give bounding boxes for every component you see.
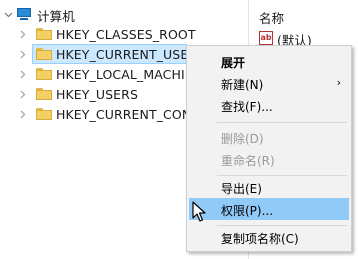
tree-item-label: HKEY_CLASSES_ROOT bbox=[56, 27, 196, 42]
menu-item-label: 新建(N) bbox=[221, 78, 264, 92]
string-value-icon: ab bbox=[259, 31, 273, 45]
tree-item-label: 计算机 bbox=[37, 9, 75, 24]
chevron-right-icon: › bbox=[336, 76, 341, 89]
menu-item-export[interactable]: 导出(E) bbox=[189, 176, 349, 198]
tree-item-hkey-classes-root[interactable]: HKEY_CLASSES_ROOT bbox=[0, 24, 248, 44]
folder-icon bbox=[36, 28, 52, 40]
menu-item-label: 权限(P)... bbox=[221, 204, 274, 218]
computer-icon bbox=[16, 8, 34, 21]
menu-item-permissions[interactable]: 权限(P)... bbox=[189, 198, 349, 220]
column-header-name[interactable]: 名称 bbox=[259, 8, 284, 27]
menu-item-label: 导出(E) bbox=[221, 182, 262, 196]
menu-item-label: 删除(D) bbox=[221, 132, 264, 146]
chevron-right-icon[interactable] bbox=[18, 24, 28, 44]
tree-item-label: HKEY_USERS bbox=[56, 87, 138, 102]
tree-item-computer[interactable]: 计算机 bbox=[0, 4, 240, 24]
menu-item-find[interactable]: 查找(F)... bbox=[189, 94, 349, 116]
chevron-right-icon[interactable] bbox=[18, 84, 28, 104]
menu-item-rename[interactable]: 重命名(R) bbox=[189, 148, 349, 170]
menu-item-delete[interactable]: 删除(D) bbox=[189, 126, 349, 148]
tree-item-label: HKEY_CURRENT_USER bbox=[56, 47, 198, 62]
chevron-right-icon[interactable] bbox=[18, 104, 28, 124]
menu-item-label: 重命名(R) bbox=[221, 154, 275, 168]
menu-item-label: 查找(F)... bbox=[221, 100, 273, 114]
tree-item-label: HKEY_LOCAL_MACHINE bbox=[56, 67, 203, 82]
folder-icon bbox=[36, 88, 52, 100]
menu-item-copy-key-name[interactable]: 复制项名称(C) bbox=[189, 226, 349, 248]
menu-separator bbox=[217, 122, 347, 123]
mouse-pointer-icon bbox=[192, 201, 206, 222]
menu-item-label: 展开 bbox=[221, 56, 246, 70]
menu-item-label: 复制项名称(C) bbox=[221, 232, 299, 246]
chevron-right-icon[interactable] bbox=[18, 64, 28, 84]
folder-icon bbox=[36, 108, 52, 120]
chevron-right-icon[interactable] bbox=[18, 44, 28, 64]
menu-item-new[interactable]: 新建(N) › bbox=[189, 72, 349, 94]
folder-icon bbox=[36, 48, 52, 60]
context-menu: 展开 新建(N) › 查找(F)... 删除(D) 重命名(R) 导出(E) 权… bbox=[186, 45, 352, 252]
folder-icon bbox=[36, 68, 52, 80]
menu-item-expand[interactable]: 展开 bbox=[189, 50, 349, 72]
chevron-down-icon[interactable] bbox=[3, 4, 13, 24]
